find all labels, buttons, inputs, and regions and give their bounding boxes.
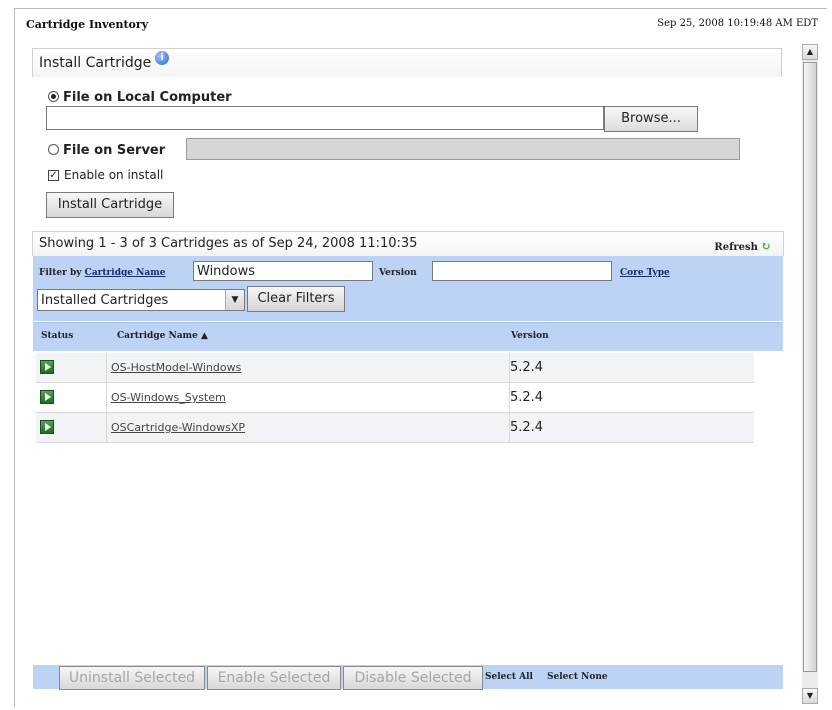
table-row[interactable]: OS-HostModel-Windows 5.2.4 xyxy=(36,353,754,383)
server-file-label: File on Server xyxy=(63,143,166,158)
enable-selected-button[interactable]: Enable Selected xyxy=(207,666,341,690)
select-none-link[interactable]: Select None xyxy=(547,672,608,682)
install-cartridge-button[interactable]: Install Cartridge xyxy=(46,192,174,218)
install-cartridge-panel: Install Cartridge i File on Local Compute… xyxy=(32,48,782,220)
cartridge-name-link[interactable]: OS-HostModel-Windows xyxy=(106,353,510,382)
server-file-input xyxy=(186,138,740,160)
install-panel-title: Install Cartridge xyxy=(39,55,152,71)
uninstall-selected-button[interactable]: Uninstall Selected xyxy=(59,666,205,690)
install-panel-header: Install Cartridge i xyxy=(32,48,782,77)
results-summary-bar: Showing 1 - 3 of 3 Cartridges as of Sep … xyxy=(32,231,784,256)
version-filter-input[interactable] xyxy=(432,261,612,281)
local-file-input[interactable] xyxy=(46,106,604,130)
cartridge-name-column-header[interactable]: Cartridge Name ▲ xyxy=(117,331,208,341)
local-file-label: File on Local Computer xyxy=(63,90,232,105)
version-column-header[interactable]: Version xyxy=(511,331,549,341)
clear-filters-button[interactable]: Clear Filters xyxy=(247,286,345,312)
enable-on-install-label: Enable on install xyxy=(64,168,164,182)
vertical-scrollbar[interactable]: ▲ ▼ xyxy=(802,44,818,704)
table-row[interactable]: OSCartridge-WindowsXP 5.2.4 xyxy=(36,413,754,443)
play-status-icon[interactable] xyxy=(40,390,54,404)
disable-selected-button[interactable]: Disable Selected xyxy=(343,666,483,690)
server-file-option[interactable]: File on Server xyxy=(48,139,165,158)
browse-button[interactable]: Browse... xyxy=(604,106,698,132)
chevron-down-icon[interactable]: ▼ xyxy=(225,290,244,310)
cartridge-version: 5.2.4 xyxy=(510,390,544,405)
local-file-option[interactable]: File on Local Computer xyxy=(48,86,232,105)
play-status-icon[interactable] xyxy=(40,420,54,434)
play-status-icon[interactable] xyxy=(40,360,54,374)
cartridge-name-filter-link[interactable]: Cartridge Name xyxy=(85,268,166,278)
refresh-icon[interactable]: ↻ xyxy=(761,239,771,253)
filter-prefix: Filter by xyxy=(39,268,82,278)
local-file-radio[interactable] xyxy=(48,91,59,102)
scroll-down-arrow-icon[interactable]: ▼ xyxy=(802,688,818,704)
core-type-filter-link[interactable]: Core Type xyxy=(620,268,670,278)
status-column-header[interactable]: Status xyxy=(41,331,73,341)
cartridge-table-body: OS-HostModel-Windows 5.2.4 OS-Windows_Sy… xyxy=(36,353,754,443)
select-all-link[interactable]: Select All xyxy=(485,672,533,682)
refresh-label: Refresh xyxy=(714,242,758,253)
server-file-radio[interactable] xyxy=(48,144,59,155)
scrollbar-thumb[interactable] xyxy=(803,62,817,672)
enable-on-install-option[interactable]: ✓ Enable on install xyxy=(48,168,163,182)
filter-bar: Filter by Cartridge Name Windows Version… xyxy=(33,256,783,321)
cartridge-name-filter-input[interactable]: Windows xyxy=(193,261,373,281)
cartridge-status-select[interactable]: Installed Cartridges ▼ xyxy=(37,289,245,311)
scroll-up-arrow-icon[interactable]: ▲ xyxy=(802,44,818,60)
version-filter-label: Version xyxy=(379,268,417,278)
cartridge-name-link[interactable]: OS-Windows_System xyxy=(106,383,510,412)
timestamp: Sep 25, 2008 10:19:48 AM EDT xyxy=(657,18,818,29)
info-icon[interactable]: i xyxy=(155,51,170,65)
cartridge-version: 5.2.4 xyxy=(510,360,544,375)
results-summary: Showing 1 - 3 of 3 Cartridges as of Sep … xyxy=(39,236,418,251)
cartridge-status-value: Installed Cartridges xyxy=(41,293,169,308)
table-row[interactable]: OS-Windows_System 5.2.4 xyxy=(36,383,754,413)
cartridge-name-link[interactable]: OSCartridge-WindowsXP xyxy=(106,413,510,442)
page-title: Cartridge Inventory xyxy=(26,18,149,31)
filter-by-label: Filter by Cartridge Name xyxy=(39,268,165,278)
bulk-action-bar: Uninstall Selected Enable Selected Disab… xyxy=(33,665,783,690)
cartridge-version: 5.2.4 xyxy=(510,420,544,435)
enable-on-install-checkbox[interactable]: ✓ xyxy=(48,170,59,181)
table-header: Status Cartridge Name ▲ Version xyxy=(33,322,783,351)
